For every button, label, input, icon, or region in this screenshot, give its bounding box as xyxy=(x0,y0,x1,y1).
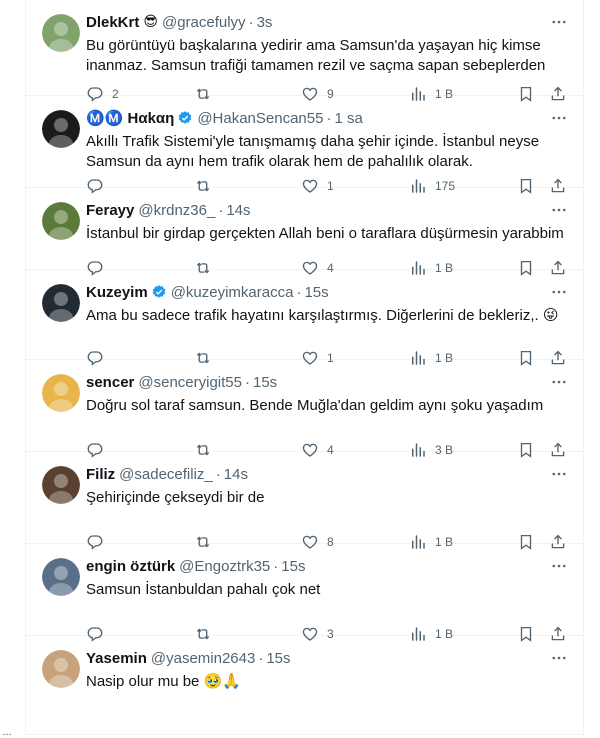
avatar[interactable] xyxy=(42,374,80,412)
author-name[interactable]: DlekKrt xyxy=(86,14,139,31)
tweet-content: sencer @senceryigit55 · 15s Doğru sol taraf … xyxy=(86,372,569,416)
more-icon[interactable] xyxy=(549,200,569,220)
author-handle[interactable]: @HakanSencan55 xyxy=(197,110,323,127)
separator-dot: · xyxy=(215,465,221,483)
timestamp[interactable]: 1 sa xyxy=(334,110,362,127)
author-handle[interactable]: @krdnz36_ xyxy=(138,202,215,219)
timestamp[interactable]: 14s xyxy=(224,466,248,483)
avatar[interactable] xyxy=(42,558,80,596)
verified-icon[interactable] xyxy=(177,110,193,126)
author-name[interactable]: engin öztürk xyxy=(86,558,175,575)
author-name[interactable]: Ferayy xyxy=(86,202,134,219)
tweet-header: engin öztürk @Engoztrk35 · 15s xyxy=(86,556,569,576)
avatar[interactable] xyxy=(42,284,80,322)
author-handle[interactable]: @gracefulyy xyxy=(162,14,246,31)
author-handle[interactable]: @sadecefiliz_ xyxy=(119,466,213,483)
tweet[interactable]: Ferayy @krdnz36_ · 14s İstanbul bir girdap g… xyxy=(26,188,583,276)
more-icon[interactable] xyxy=(549,648,569,668)
author-handle[interactable]: @senceryigit55 xyxy=(138,374,242,391)
tweet-header: Ⓜ️Ⓜ️ Hαkαη @HakanSencan55 · 1 sa xyxy=(86,108,569,128)
tweet-text: Bu görüntüyü başkalarına yedirir ama Sam… xyxy=(86,37,546,74)
avatar[interactable] xyxy=(42,14,80,52)
tweet-content: Kuzeyim @kuzeyimkaracca · 15s Ama bu sadece … xyxy=(86,282,569,326)
name-emoji: 😎 xyxy=(143,14,158,30)
tweet-text: Nasip olur mu be 🥹🙏 xyxy=(86,673,241,690)
author-handle[interactable]: @kuzeyimkaracca xyxy=(171,284,294,301)
separator-dot: · xyxy=(296,283,302,301)
tweet-content: Filiz @sadecefiliz_ · 14s Şehiriçinde çeksey… xyxy=(86,464,569,508)
tweet[interactable]: engin öztürk @Engoztrk35 · 15s Samsun İstanb… xyxy=(26,544,583,642)
timestamp[interactable]: 14s xyxy=(226,202,250,219)
more-icon[interactable] xyxy=(549,12,569,32)
author-name[interactable]: Filiz xyxy=(86,466,115,483)
tweet[interactable]: Kuzeyim @kuzeyimkaracca · 15s Ama bu sadece … xyxy=(26,270,583,366)
author-handle[interactable]: @yasemin2643 xyxy=(151,650,255,667)
separator-dot: · xyxy=(273,557,279,575)
avatar[interactable] xyxy=(42,110,80,148)
tweet-header: Ferayy @krdnz36_ · 14s xyxy=(86,200,569,220)
timestamp[interactable]: 3s xyxy=(257,14,273,31)
more-icon[interactable] xyxy=(549,108,569,128)
author-handle[interactable]: @Engoztrk35 xyxy=(179,558,270,575)
avatar[interactable] xyxy=(42,650,80,688)
more-icon[interactable] xyxy=(549,372,569,392)
timestamp[interactable]: 15s xyxy=(281,558,305,575)
separator-dot: · xyxy=(258,649,264,667)
author-name[interactable]: sencer xyxy=(86,374,134,391)
tweet-header: sencer @senceryigit55 · 15s xyxy=(86,372,569,392)
avatar[interactable] xyxy=(42,466,80,504)
edge-mark: … xyxy=(2,727,12,738)
tweet-content: Ⓜ️Ⓜ️ Hαkαη @HakanSencan55 · 1 sa Akıllı Traf… xyxy=(86,108,569,172)
tweet-text: Akıllı Trafik Sistemi'yle tanışmamış dah… xyxy=(86,133,540,170)
more-icon[interactable] xyxy=(549,556,569,576)
more-icon[interactable] xyxy=(549,282,569,302)
author-name[interactable]: Yasemin xyxy=(86,650,147,667)
tweet-content: engin öztürk @Engoztrk35 · 15s Samsun İstanb… xyxy=(86,556,569,600)
tweet-header: Yasemin @yasemin2643 · 15s xyxy=(86,648,569,668)
avatar[interactable] xyxy=(42,202,80,240)
timestamp[interactable]: 15s xyxy=(304,284,328,301)
tweet-text: Şehiriçinde çekseydi bir de xyxy=(86,489,265,506)
tweet-content: DlekKrt 😎 @gracefulyy · 3s Bu görüntüyü başka… xyxy=(86,12,569,76)
timestamp[interactable]: 15s xyxy=(266,650,290,667)
verified-icon[interactable] xyxy=(151,284,167,300)
separator-dot: · xyxy=(218,201,224,219)
tweet-header: Filiz @sadecefiliz_ · 14s xyxy=(86,464,569,484)
reply-feed: DlekKrt 😎 @gracefulyy · 3s Bu görüntüyü başka… xyxy=(25,0,584,735)
tweet[interactable]: sencer @senceryigit55 · 15s Doğru sol taraf … xyxy=(26,360,583,458)
tweet-header: DlekKrt 😎 @gracefulyy · 3s xyxy=(86,12,569,32)
separator-dot: · xyxy=(326,109,332,127)
tweet[interactable]: DlekKrt 😎 @gracefulyy · 3s Bu görüntüyü başka… xyxy=(26,0,583,102)
tweet[interactable]: Filiz @sadecefiliz_ · 14s Şehiriçinde çeksey… xyxy=(26,452,583,550)
tweet-text: İstanbul bir girdap gerçekten Allah beni… xyxy=(86,225,564,242)
more-icon[interactable] xyxy=(549,464,569,484)
tweet-text: Ama bu sadece trafik hayatını karşılaştı… xyxy=(86,307,559,324)
tweet-content: Yasemin @yasemin2643 · 15s Nasip olur mu be … xyxy=(86,648,569,692)
tweet-header: Kuzeyim @kuzeyimkaracca · 15s xyxy=(86,282,569,302)
author-name[interactable]: Ⓜ️Ⓜ️ Hαkαη xyxy=(86,109,174,127)
author-name[interactable]: Kuzeyim xyxy=(86,284,148,301)
tweet-text: Samsun İstanbuldan pahalı çok net xyxy=(86,581,321,598)
timestamp[interactable]: 15s xyxy=(253,374,277,391)
tweet-content: Ferayy @krdnz36_ · 14s İstanbul bir girdap g… xyxy=(86,200,569,244)
tweet[interactable]: Ⓜ️Ⓜ️ Hαkαη @HakanSencan55 · 1 sa Akıllı Traf… xyxy=(26,96,583,194)
tweet[interactable]: Yasemin @yasemin2643 · 15s Nasip olur mu be … xyxy=(26,636,583,735)
separator-dot: · xyxy=(248,13,254,31)
separator-dot: · xyxy=(244,373,250,391)
tweet-text: Doğru sol taraf samsun. Bende Muğla'dan … xyxy=(86,397,544,414)
